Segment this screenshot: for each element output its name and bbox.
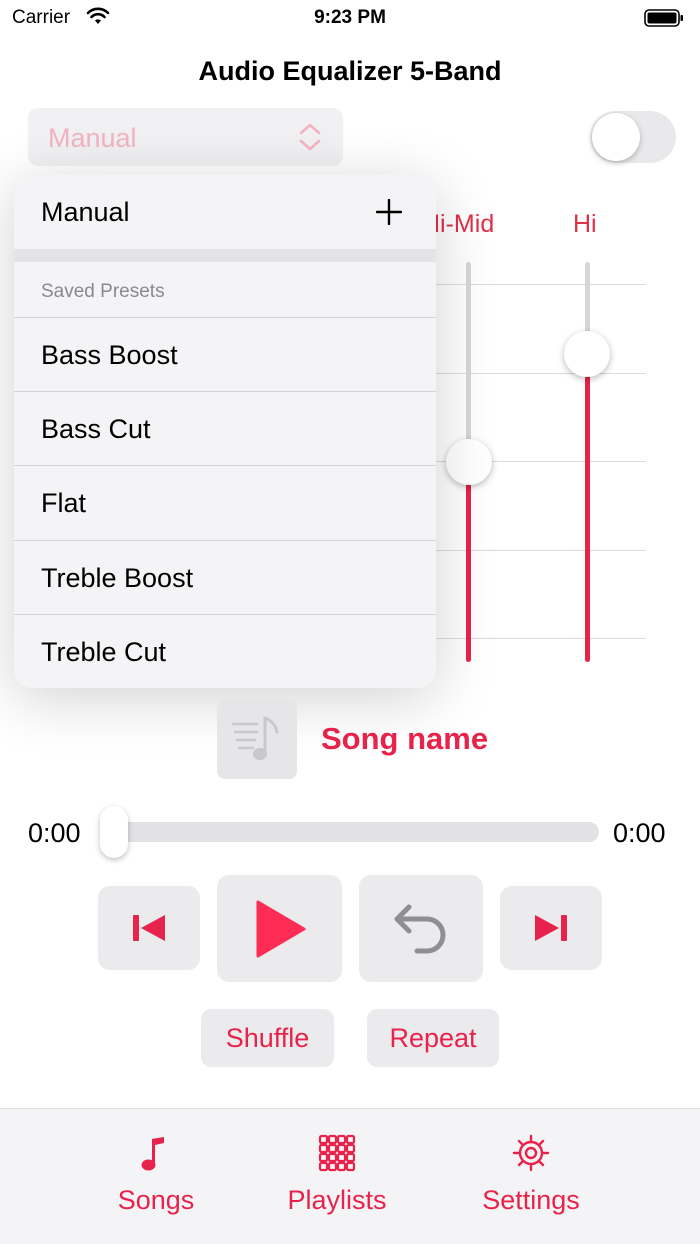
band-slider-hi[interactable] bbox=[585, 262, 590, 662]
repeat-one-button[interactable] bbox=[359, 875, 483, 982]
tab-songs[interactable]: Songs bbox=[66, 1109, 246, 1244]
slider-fill bbox=[585, 354, 590, 662]
play-icon bbox=[256, 900, 305, 957]
menu-item-treble-cut[interactable]: Treble Cut bbox=[14, 614, 436, 688]
menu-item-treble-boost[interactable]: Treble Boost bbox=[14, 540, 436, 614]
tab-label: Settings bbox=[482, 1185, 580, 1215]
menu-item-bass-cut[interactable]: Bass Cut bbox=[14, 391, 436, 465]
menu-item-bass-boost[interactable]: Bass Boost bbox=[14, 317, 436, 391]
tab-settings[interactable]: Settings bbox=[441, 1109, 621, 1244]
tab-bar: Songs Playlists Settings bbox=[0, 1108, 700, 1244]
album-artwork bbox=[217, 699, 297, 779]
chevron-up-down-icon bbox=[299, 123, 321, 151]
slider-knob-hi[interactable] bbox=[564, 331, 610, 377]
grid-icon bbox=[318, 1134, 356, 1172]
battery-icon bbox=[644, 9, 683, 27]
repeat-button[interactable]: Repeat bbox=[367, 1009, 499, 1067]
grid-line bbox=[430, 638, 646, 639]
plus-icon bbox=[376, 199, 402, 225]
preset-picker-value: Manual bbox=[48, 123, 137, 153]
skip-back-icon bbox=[133, 915, 165, 941]
menu-item-label: Treble Cut bbox=[41, 637, 167, 667]
preset-picker[interactable]: Manual bbox=[28, 108, 343, 166]
progress-thumb[interactable] bbox=[100, 806, 128, 858]
menu-item-label: Bass Cut bbox=[41, 414, 151, 444]
menu-section-title: Saved Presets bbox=[41, 281, 165, 302]
status-time: 9:23 PM bbox=[314, 7, 386, 28]
song-name: Song name bbox=[321, 721, 489, 756]
menu-item-flat[interactable]: Flat bbox=[14, 465, 436, 539]
skip-forward-icon bbox=[535, 915, 567, 941]
grid-line bbox=[430, 373, 646, 374]
menu-separator bbox=[14, 249, 436, 262]
gear-icon bbox=[512, 1134, 550, 1172]
total-time: 0:00 bbox=[613, 818, 666, 848]
toggle-knob bbox=[592, 113, 640, 161]
music-list-icon bbox=[231, 716, 279, 760]
grid-line bbox=[430, 550, 646, 551]
equalizer-toggle[interactable] bbox=[590, 111, 676, 163]
tab-playlists[interactable]: Playlists bbox=[247, 1109, 427, 1244]
menu-item-label: Manual bbox=[41, 197, 130, 227]
menu-item-label: Bass Boost bbox=[41, 340, 178, 370]
tab-label: Songs bbox=[117, 1185, 195, 1215]
shuffle-button[interactable]: Shuffle bbox=[201, 1009, 334, 1067]
grid-line bbox=[430, 284, 646, 285]
status-bar: Carrier 9:23 PM bbox=[0, 0, 700, 38]
progress-slider[interactable] bbox=[112, 822, 599, 842]
tab-label: Playlists bbox=[287, 1185, 387, 1215]
slider-fill bbox=[466, 462, 471, 662]
menu-item-label: Treble Boost bbox=[41, 563, 194, 593]
previous-button[interactable] bbox=[98, 886, 200, 970]
menu-item-manual[interactable]: Manual bbox=[14, 175, 436, 249]
elapsed-time: 0:00 bbox=[28, 818, 81, 848]
preset-menu: Manual Saved Presets Bass Boost Bass Cut… bbox=[14, 175, 436, 688]
slider-knob-hi-mid[interactable] bbox=[446, 439, 492, 485]
menu-item-label: Flat bbox=[41, 488, 87, 518]
play-button[interactable] bbox=[217, 875, 342, 982]
page-title: Audio Equalizer 5-Band bbox=[198, 56, 502, 86]
music-note-icon bbox=[141, 1137, 164, 1171]
undo-arrow-icon bbox=[394, 904, 446, 953]
next-button[interactable] bbox=[500, 886, 602, 970]
band-label-hi: Hi bbox=[573, 210, 597, 238]
